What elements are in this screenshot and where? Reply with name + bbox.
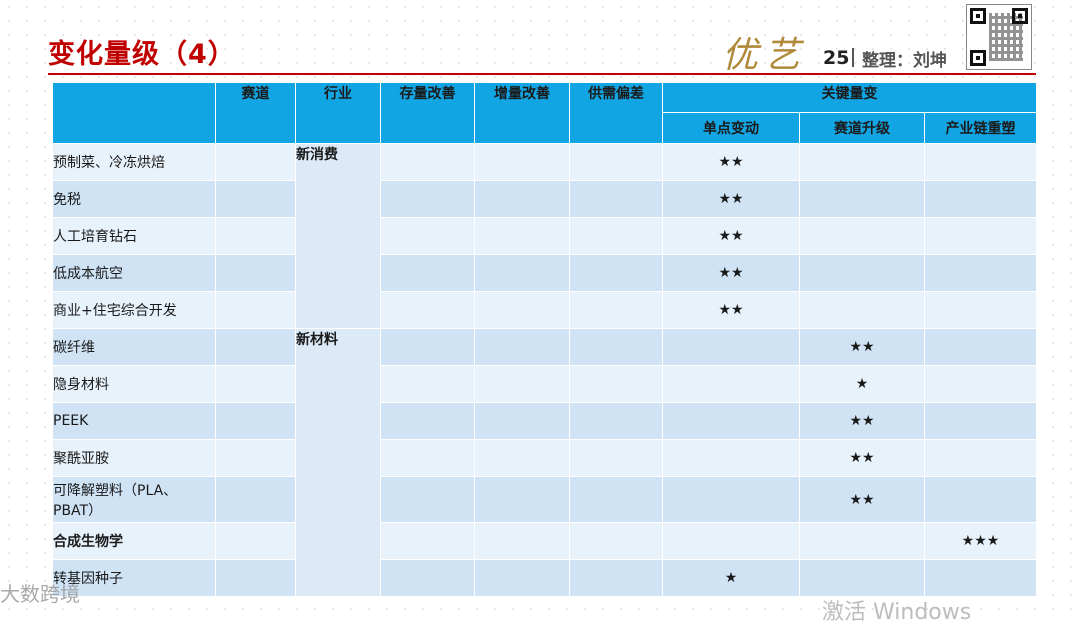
table-row: 转基因种子 ★ — [52, 559, 1037, 597]
table-row: 低成本航空 ★★ — [52, 254, 1037, 292]
star-rating — [662, 402, 800, 440]
table-row: 免税 ★★ — [52, 180, 1037, 218]
subcol-single-point: 单点变动 — [662, 112, 800, 144]
star-rating: ★ — [799, 365, 925, 403]
title-underline — [48, 73, 1036, 75]
star-rating: ★★ — [662, 143, 800, 181]
track-name: 碳纤维 — [52, 328, 216, 366]
table-row: 人工培育钻石 ★★ — [52, 217, 1037, 255]
table-row: 商业+住宅综合开发 ★★ — [52, 291, 1037, 329]
industry-label: 新材料 — [295, 328, 381, 597]
col-industry: 行业 — [295, 82, 381, 144]
track-name: 合成生物学 — [52, 522, 216, 560]
star-rating — [799, 180, 925, 218]
track-name: 免税 — [52, 180, 216, 218]
star-rating — [924, 291, 1037, 329]
table-row: 合成生物学 ★★★ — [52, 522, 1037, 560]
star-rating: ★★ — [799, 328, 925, 366]
star-rating: ★★ — [799, 476, 925, 523]
star-rating — [924, 217, 1037, 255]
col-track: 赛道 — [215, 82, 296, 144]
track-name: 可降解塑料（PLA、PBAT） — [52, 476, 216, 523]
star-rating — [799, 217, 925, 255]
track-name: 隐身材料 — [52, 365, 216, 403]
table-row: 隐身材料 ★ — [52, 365, 1037, 403]
star-rating — [924, 439, 1037, 477]
star-rating — [799, 559, 925, 597]
star-rating — [799, 291, 925, 329]
col-stock-improvement: 存量改善 — [380, 82, 475, 144]
col-supply-demand-gap: 供需偏差 — [569, 82, 663, 144]
star-rating: ★★ — [799, 439, 925, 477]
track-name: 商业+住宅综合开发 — [52, 291, 216, 329]
track-name: 聚酰亚胺 — [52, 439, 216, 477]
col-key-change: 关键量变 — [662, 82, 1037, 113]
star-rating: ★ — [662, 559, 800, 597]
col-incremental-improvement: 增量改善 — [474, 82, 570, 144]
star-rating — [799, 522, 925, 560]
slide-title: 变化量级（4） — [48, 39, 236, 70]
watermark-activate-windows: 激活 Windows — [822, 600, 972, 625]
qr-code-icon — [966, 4, 1032, 70]
compiler-credit: 整理：刘坤 — [862, 51, 947, 71]
table-row: 碳纤维 新材料 ★★ — [52, 328, 1037, 597]
star-rating: ★★★ — [924, 522, 1037, 560]
track-name: 预制菜、冷冻烘焙 — [52, 143, 216, 181]
star-rating — [662, 328, 800, 366]
star-rating: ★★ — [662, 217, 800, 255]
star-rating — [924, 559, 1037, 597]
star-rating: ★★ — [662, 291, 800, 329]
star-rating — [924, 143, 1037, 181]
star-rating — [799, 143, 925, 181]
star-rating — [799, 254, 925, 292]
change-magnitude-table: 赛道 行业 存量改善 增量改善 供需偏差 关键量变 单点变动 赛道升级 产业链重… — [52, 82, 1037, 597]
track-name: 低成本航空 — [52, 254, 216, 292]
header-corner — [52, 82, 216, 144]
watermark-source: 大数跨境 — [0, 582, 80, 606]
star-rating — [924, 402, 1037, 440]
subcol-track-upgrade: 赛道升级 — [799, 112, 925, 144]
table-row: 聚酰亚胺 ★★ — [52, 439, 1037, 477]
page-number: 25 — [823, 47, 850, 69]
table-row: PEEK ★★ — [52, 402, 1037, 440]
star-rating — [662, 365, 800, 403]
star-rating — [924, 476, 1037, 523]
star-rating: ★★ — [799, 402, 925, 440]
industry-label: 新消费 — [295, 143, 381, 329]
star-rating: ★★ — [662, 254, 800, 292]
star-rating — [662, 522, 800, 560]
star-rating: ★★ — [662, 180, 800, 218]
star-rating — [662, 439, 800, 477]
star-rating — [924, 365, 1037, 403]
star-rating — [924, 180, 1037, 218]
track-name: PEEK — [52, 402, 216, 440]
table-row: 可降解塑料（PLA、PBAT） ★★ — [52, 476, 1037, 523]
star-rating — [662, 476, 800, 523]
divider — [852, 48, 854, 67]
track-name: 人工培育钻石 — [52, 217, 216, 255]
brand-logo: 优艺 — [722, 35, 807, 76]
subcol-chain-reshape: 产业链重塑 — [924, 112, 1037, 144]
table-row: 预制菜、冷冻烘焙 新消费 ★★ — [52, 143, 1037, 329]
star-rating — [924, 254, 1037, 292]
star-rating — [924, 328, 1037, 366]
